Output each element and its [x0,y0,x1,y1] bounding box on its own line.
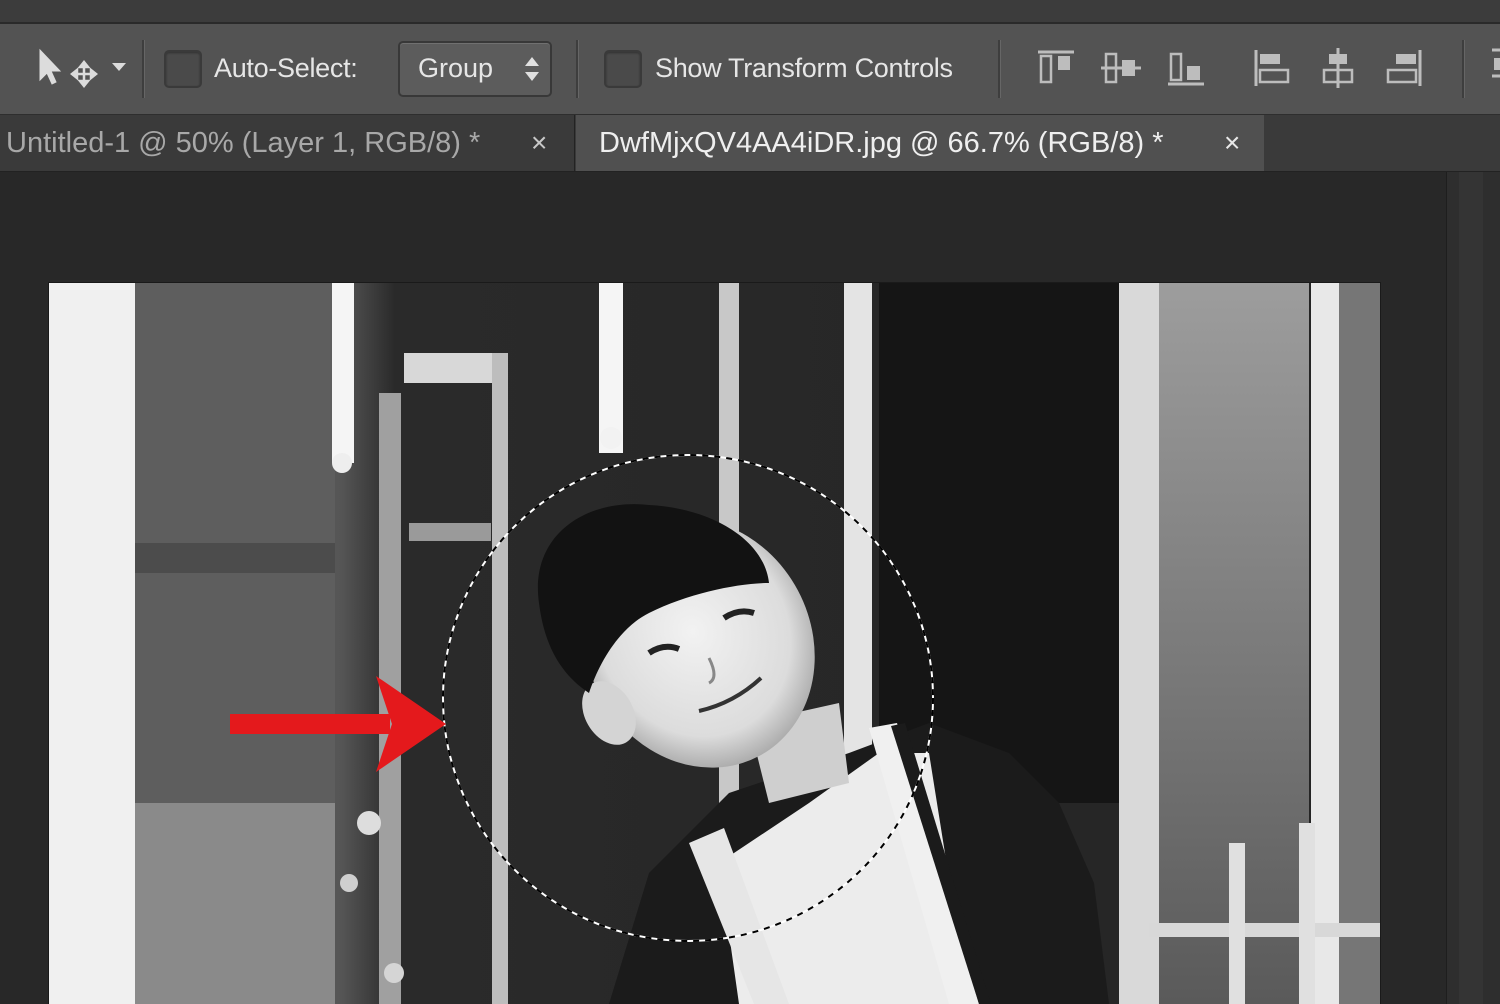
close-icon[interactable]: × [1224,126,1240,160]
auto-select-dropdown[interactable]: Group [398,41,552,97]
tab-untitled-1[interactable]: Untitled-1 @ 50% (Layer 1, RGB/8) * × [0,115,575,171]
show-transform-label: Show Transform Controls [655,53,953,83]
align-left-edges-button[interactable] [1250,46,1294,90]
distribute-button[interactable] [1484,46,1500,90]
align-bottom-edges-button[interactable] [1164,46,1208,90]
updown-arrows-icon [525,57,539,81]
close-icon[interactable]: × [531,126,547,160]
align-horizontal-centers-button[interactable] [1316,46,1360,90]
menu-bar-edge [0,0,1500,24]
auto-select-label: Auto-Select: [214,53,358,83]
separator [142,40,145,98]
move-tool-icon [39,48,126,89]
tab-label: DwfMjxQV4AA4iDR.jpg @ 66.7% (RGB/8) * [599,127,1164,159]
document-canvas-photo[interactable] [49,283,1380,1004]
tab-dwfmjxqv4aa4idr[interactable]: DwfMjxQV4AA4iDR.jpg @ 66.7% (RGB/8) * × [576,115,1264,171]
align-vertical-centers-icon [1101,52,1141,84]
align-right-edges-icon [1386,50,1422,86]
separator [998,40,1001,98]
align-bottom-edges-icon [1168,52,1204,86]
photo-image [49,283,1380,1004]
align-top-edges-icon [1038,50,1074,84]
align-vertical-centers-button[interactable] [1099,46,1143,90]
align-top-edges-button[interactable] [1034,46,1078,90]
auto-select-value: Group [418,53,494,83]
auto-select-checkbox[interactable] [164,50,202,88]
options-bar: Auto-Select: Group Show Transform Contro… [0,24,1500,115]
align-left-edges-icon [1254,50,1290,86]
separator [576,40,579,98]
tool-preset-picker[interactable] [30,44,130,94]
distribute-top-icon [1492,48,1500,78]
align-horizontal-centers-icon [1322,48,1354,88]
align-right-edges-button[interactable] [1382,46,1426,90]
document-tabs: Untitled-1 @ 50% (Layer 1, RGB/8) * × Dw… [0,115,1500,172]
show-transform-checkbox[interactable] [604,50,642,88]
vertical-scrollbar[interactable] [1446,172,1500,1004]
chevron-down-icon [112,63,126,71]
photoshop-window: Auto-Select: Group Show Transform Contro… [0,0,1500,1004]
separator [1462,40,1465,98]
tab-label: Untitled-1 @ 50% (Layer 1, RGB/8) * [6,127,481,159]
scrollbar-track[interactable] [1459,172,1483,1004]
